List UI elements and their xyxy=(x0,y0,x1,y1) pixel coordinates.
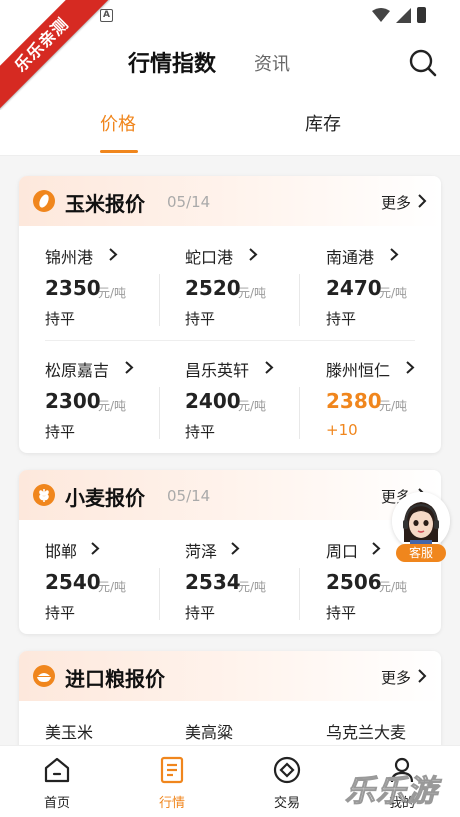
wheat-price-card: 小麦报价 05/14 更多 邯郸 2540 元/吨 持平 菏泽 2534 元/吨… xyxy=(19,470,441,634)
home-icon[interactable] xyxy=(43,756,71,784)
card-title: 进口粮报价 xyxy=(65,667,165,691)
divider xyxy=(159,274,160,326)
chevron-right-icon xyxy=(390,248,399,261)
tab-indicator xyxy=(100,150,138,153)
tab-news[interactable]: 资讯 xyxy=(254,50,290,76)
divider xyxy=(299,568,300,620)
divider xyxy=(159,387,160,439)
location-label: 昌乐英轩 xyxy=(185,361,250,380)
imported-grain-card: 进口粮报价 更多 美玉米 美高粱 乌克兰大麦 xyxy=(19,651,441,745)
price-change: 持平 xyxy=(185,423,216,441)
price-change: 持平 xyxy=(326,310,357,328)
corn-icon xyxy=(33,190,55,212)
status-indicators xyxy=(372,7,426,23)
price-unit: 元/吨 xyxy=(238,399,267,413)
grain-bowl-icon xyxy=(33,665,55,687)
service-avatar-icon[interactable] xyxy=(392,492,450,550)
location-label: 美玉米 xyxy=(45,723,94,742)
price-value: 2380 xyxy=(326,389,382,413)
price-value: 2300 xyxy=(45,389,101,413)
location-label: 松原嘉吉 xyxy=(45,361,110,380)
price-change: 持平 xyxy=(45,310,76,328)
signal-icon xyxy=(396,7,411,23)
nav-label: 行情 xyxy=(158,796,185,811)
corner-ribbon-text: 乐乐亲测 xyxy=(0,0,110,110)
battery-icon xyxy=(417,7,426,23)
location-label: 乌克兰大麦 xyxy=(326,723,407,742)
card-title: 玉米报价 xyxy=(65,192,145,216)
location-label: 邯郸 xyxy=(45,542,78,561)
price-change: +10 xyxy=(326,421,358,439)
price-value: 2470 xyxy=(326,276,382,300)
chevron-right-icon xyxy=(109,248,118,261)
divider xyxy=(299,274,300,326)
price-unit: 元/吨 xyxy=(98,399,127,413)
chevron-right-icon[interactable] xyxy=(417,194,427,208)
search-icon[interactable] xyxy=(408,48,438,78)
price-value: 2400 xyxy=(185,389,241,413)
price-unit: 元/吨 xyxy=(379,286,408,300)
price-unit: 元/吨 xyxy=(98,286,127,300)
location-label: 南通港 xyxy=(326,248,375,267)
price-value: 2540 xyxy=(45,570,101,594)
price-unit: 元/吨 xyxy=(238,286,267,300)
page-title[interactable]: 行情指数 xyxy=(128,46,216,78)
content-area[interactable]: 玉米报价 05/14 更多 锦州港 2350 元/吨 持平 蛇口港 2520 元… xyxy=(0,157,460,745)
watermark-logo: 乐乐游戏 xyxy=(345,774,438,810)
nav-label: 首页 xyxy=(43,796,70,811)
market-icon[interactable] xyxy=(158,756,186,784)
chevron-right-icon xyxy=(125,361,134,374)
card-date: 05/14 xyxy=(167,487,211,505)
price-change: 持平 xyxy=(45,423,76,441)
tab-price[interactable]: 价格 xyxy=(100,110,136,136)
price-change: 持平 xyxy=(326,604,357,622)
price-value: 2520 xyxy=(185,276,241,300)
corn-price-card: 玉米报价 05/14 更多 锦州港 2350 元/吨 持平 蛇口港 2520 元… xyxy=(19,176,441,453)
nav-label: 交易 xyxy=(273,796,300,811)
wifi-icon xyxy=(372,8,390,22)
card-header: 小麦报价 05/14 更多 xyxy=(19,470,441,520)
service-label[interactable]: 客服 xyxy=(396,544,446,562)
trade-icon[interactable] xyxy=(273,756,301,784)
location-label: 滕州恒仁 xyxy=(326,361,391,380)
card-header: 玉米报价 05/14 更多 xyxy=(19,176,441,226)
price-value: 2350 xyxy=(45,276,101,300)
divider xyxy=(299,387,300,439)
card-header: 进口粮报价 更多 xyxy=(19,651,441,701)
chevron-right-icon[interactable] xyxy=(417,669,427,683)
location-label: 锦州港 xyxy=(45,248,94,267)
divider xyxy=(159,568,160,620)
card-date: 05/14 xyxy=(167,193,211,211)
price-unit: 元/吨 xyxy=(98,580,127,594)
price-unit: 元/吨 xyxy=(379,580,408,594)
price-change: 持平 xyxy=(185,310,216,328)
chevron-right-icon xyxy=(372,542,381,555)
tab-stock[interactable]: 库存 xyxy=(305,110,341,136)
price-change: 持平 xyxy=(185,604,216,622)
corner-ribbon: 乐乐亲测 xyxy=(0,0,110,110)
nav-trade[interactable]: 交易 xyxy=(247,746,327,817)
price-value: 2506 xyxy=(326,570,382,594)
location-label: 周口 xyxy=(326,542,359,561)
card-title: 小麦报价 xyxy=(65,486,145,510)
location-label: 菏泽 xyxy=(185,542,218,561)
price-change: 持平 xyxy=(45,604,76,622)
customer-service-button[interactable]: 客服 xyxy=(390,492,454,564)
chevron-right-icon xyxy=(249,248,258,261)
more-button[interactable]: 更多 xyxy=(381,192,411,213)
location-label: 美高粱 xyxy=(185,723,234,742)
price-unit: 元/吨 xyxy=(379,399,408,413)
more-button[interactable]: 更多 xyxy=(381,667,411,688)
chevron-right-icon xyxy=(231,542,240,555)
chevron-right-icon xyxy=(406,361,415,374)
price-value: 2534 xyxy=(185,570,241,594)
wheat-icon xyxy=(33,484,55,506)
nav-market[interactable]: 行情 xyxy=(132,746,212,817)
chevron-right-icon xyxy=(91,542,100,555)
nav-home[interactable]: 首页 xyxy=(17,746,97,817)
location-label: 蛇口港 xyxy=(185,248,234,267)
price-unit: 元/吨 xyxy=(238,580,267,594)
chevron-right-icon xyxy=(265,361,274,374)
row-divider xyxy=(45,340,415,341)
